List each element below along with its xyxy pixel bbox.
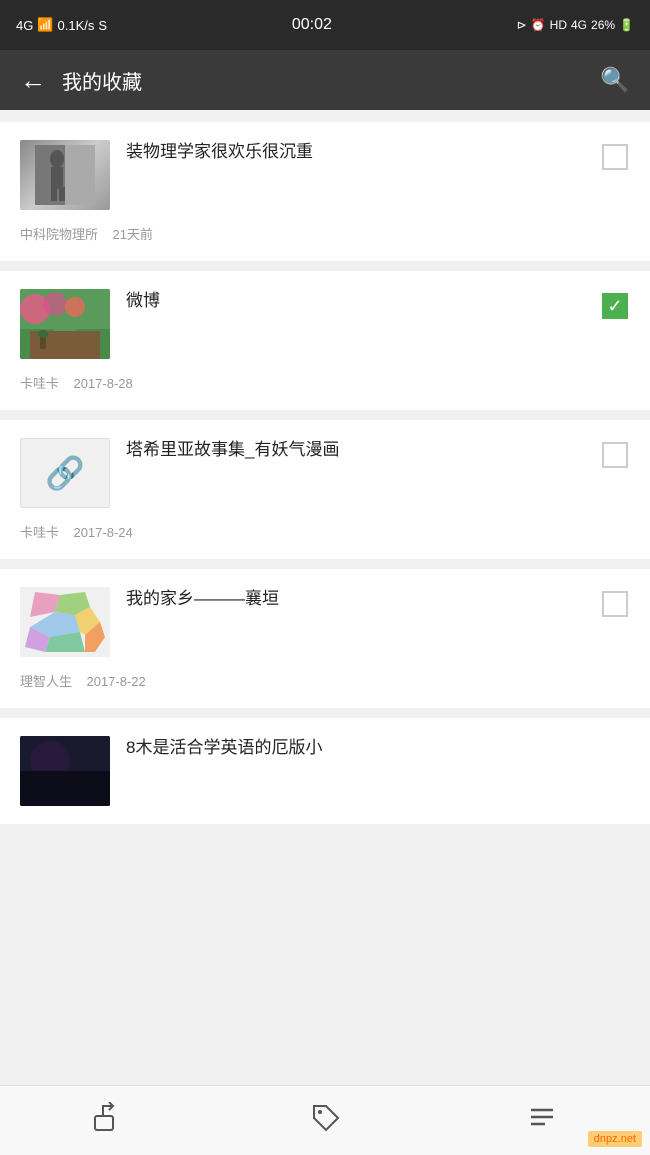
status-time: 00:02: [292, 16, 332, 34]
search-button[interactable]: 🔍: [600, 66, 630, 95]
status-left: 4G 📶 0.1K/s S: [16, 17, 107, 33]
list-item[interactable]: 微博 ✓ 卡哇卡 2017-8-28: [0, 271, 650, 410]
status-bar: 4G 📶 0.1K/s S 00:02 ⊳ ⏰ HD 4G 26% 🔋: [0, 0, 650, 50]
item-time: 2017-8-24: [73, 525, 132, 540]
tag-button[interactable]: [217, 1102, 434, 1139]
item-title: 8木是活合学英语的厄版小: [126, 736, 630, 760]
tag-icon: [310, 1102, 340, 1139]
item-title: 塔希里亚故事集_有妖气漫画: [126, 438, 576, 462]
alarm-icon: ⏰: [531, 18, 546, 32]
checkbox-empty: [602, 591, 628, 617]
item-source: 卡哇卡: [20, 525, 59, 540]
share-icon: [93, 1102, 123, 1139]
share-button[interactable]: [0, 1102, 217, 1139]
item-meta: 中科院物理所 21天前: [20, 224, 630, 243]
sim-icon: S: [98, 18, 107, 33]
item-title: 装物理学家很欢乐很沉重: [126, 140, 576, 164]
item-checkbox[interactable]: [602, 144, 630, 172]
list-item[interactable]: 我的家乡———襄垣 理智人生 2017-8-22: [0, 569, 650, 708]
battery-icon: 🔋: [619, 18, 634, 32]
thumb-image: [20, 736, 110, 806]
item-source: 中科院物理所: [20, 227, 98, 242]
item-meta: 理智人生 2017-8-22: [20, 671, 630, 690]
more-icon: [527, 1102, 557, 1139]
back-button[interactable]: ←: [20, 67, 46, 93]
thumb-image: [20, 587, 110, 657]
item-time: 2017-8-28: [73, 376, 132, 391]
page-title: 我的收藏: [62, 66, 600, 95]
item-checkbox[interactable]: [602, 442, 630, 470]
item-title: 我的家乡———襄垣: [126, 587, 576, 611]
link-icon: 🔗: [45, 454, 85, 492]
watermark: dnpz.net: [588, 1131, 642, 1147]
item-time: 21天前: [112, 227, 152, 242]
item-info: 塔希里亚故事集_有妖气漫画: [126, 438, 576, 470]
list-item[interactable]: 8木是活合学英语的厄版小: [0, 718, 650, 824]
item-checkbox[interactable]: [602, 591, 630, 619]
signal-text: 4G: [16, 18, 33, 33]
checkbox-checked: ✓: [602, 293, 628, 319]
item-title: 微博: [126, 289, 576, 313]
thumb-image: [20, 140, 110, 210]
item-meta: 卡哇卡 2017-8-28: [20, 373, 630, 392]
hd-text: HD: [550, 18, 567, 32]
item-thumbnail: [20, 289, 110, 359]
item-time: 2017-8-22: [86, 674, 145, 689]
item-thumbnail: [20, 140, 110, 210]
item-thumbnail-link: 🔗: [20, 438, 110, 508]
network-text: 4G: [571, 18, 587, 32]
vibrate-icon: ⊳: [517, 18, 527, 32]
status-right: ⊳ ⏰ HD 4G 26% 🔋: [517, 18, 634, 32]
item-info: 装物理学家很欢乐很沉重: [126, 140, 576, 172]
item-thumbnail: [20, 736, 110, 806]
item-source: 理智人生: [20, 674, 72, 689]
favorites-list: 装物理学家很欢乐很沉重 中科院物理所 21天前: [0, 110, 650, 1085]
item-source: 卡哇卡: [20, 376, 59, 391]
checkbox-empty: [602, 442, 628, 468]
bottom-bar: dnpz.net: [0, 1085, 650, 1155]
signal-bars: 📶: [37, 17, 53, 33]
battery-text: 26%: [591, 18, 615, 32]
list-item[interactable]: 装物理学家很欢乐很沉重 中科院物理所 21天前: [0, 122, 650, 261]
checkbox-empty: [602, 144, 628, 170]
item-info: 我的家乡———襄垣: [126, 587, 576, 619]
item-info: 8木是活合学英语的厄版小: [126, 736, 630, 768]
item-meta: 卡哇卡 2017-8-24: [20, 522, 630, 541]
watermark-text: dnpz.net: [594, 1133, 636, 1145]
thumb-image: [20, 289, 110, 359]
item-thumbnail: [20, 587, 110, 657]
list-item[interactable]: 🔗 塔希里亚故事集_有妖气漫画 卡哇卡 2017-8-24: [0, 420, 650, 559]
nav-bar: ← 我的收藏 🔍: [0, 50, 650, 110]
speed-text: 0.1K/s: [58, 18, 95, 33]
item-info: 微博: [126, 289, 576, 321]
item-checkbox[interactable]: ✓: [602, 293, 630, 321]
